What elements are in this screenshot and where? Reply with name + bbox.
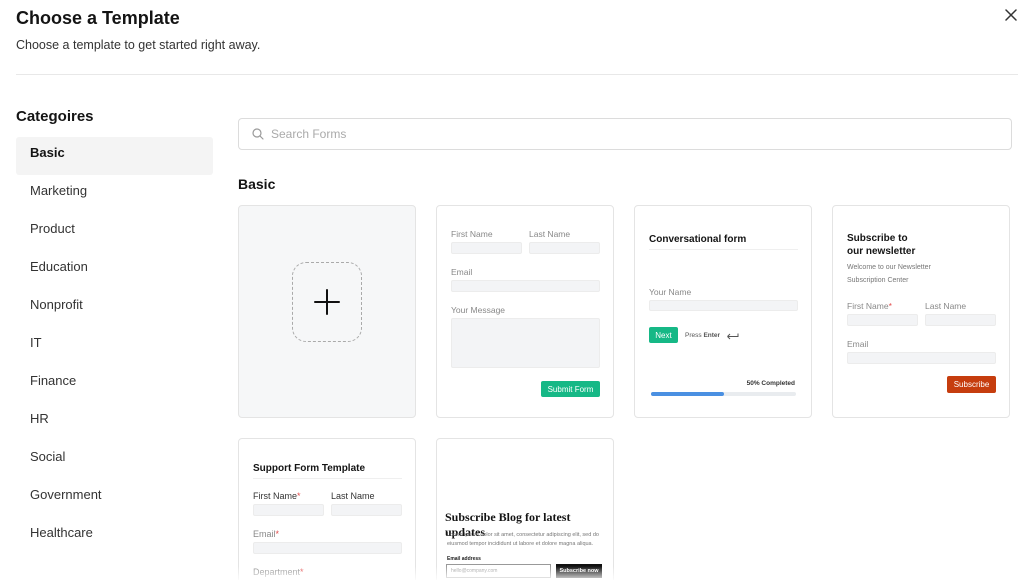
support-department-label: Department*	[253, 567, 304, 577]
newsletter-email-label: Email	[847, 339, 869, 349]
support-email-field	[253, 542, 402, 554]
category-item-product[interactable]: Product	[16, 213, 213, 251]
close-icon	[1005, 9, 1017, 21]
enter-text: Enter	[703, 332, 721, 339]
newsletter-desc-line2: Subscription Center	[847, 277, 909, 284]
newsletter-first-name-field	[847, 314, 918, 326]
add-template-box	[292, 262, 362, 342]
category-item-finance[interactable]: Finance	[16, 365, 213, 403]
newsletter-desc-line1: Welcome to our Newsletter	[847, 264, 931, 271]
enter-arrow-icon	[727, 333, 739, 340]
category-item-nonprofit[interactable]: Nonprofit	[16, 289, 213, 327]
template-card-blank[interactable]	[238, 205, 416, 418]
support-email-label: Email*	[253, 529, 280, 539]
last-name-field	[529, 242, 600, 254]
blog-email-field: hello@company.com	[446, 564, 551, 578]
support-first-name-field	[253, 504, 324, 516]
support-title: Support Form Template	[253, 463, 366, 474]
your-name-label: Your Name	[649, 287, 692, 297]
search-input[interactable]	[271, 127, 971, 141]
modal-title: Choose a Template	[16, 8, 180, 28]
category-item-social[interactable]: Social	[16, 441, 213, 479]
newsletter-last-name-field	[925, 314, 996, 326]
required-mark: *	[888, 301, 892, 311]
support-last-name-label: Last Name	[331, 491, 375, 501]
section-title: Basic	[238, 176, 276, 192]
category-item-government[interactable]: Government	[16, 479, 213, 517]
progress-track	[651, 392, 796, 396]
search-bar	[238, 118, 1012, 150]
submit-form-button: Submit Form	[541, 381, 600, 397]
last-name-label: Last Name	[529, 229, 571, 239]
modal-subtitle: Choose a template to get started right a…	[16, 38, 261, 52]
conversational-divider	[649, 249, 798, 250]
category-item-healthcare[interactable]: Healthcare	[16, 517, 213, 555]
email-field	[451, 280, 600, 292]
category-item-marketing[interactable]: Marketing	[16, 175, 213, 213]
support-first-name-label: First Name*	[253, 491, 301, 501]
category-item-basic[interactable]: Basic	[16, 137, 213, 175]
search-icon	[252, 128, 264, 140]
support-divider	[253, 478, 402, 479]
blog-desc-line1: Lorem ipsum dolor sit amet, consectetur …	[447, 532, 599, 538]
newsletter-last-name-label: Last Name	[925, 301, 967, 311]
template-card-contact[interactable]: First Name Last Name Email Your Message …	[436, 205, 614, 418]
category-list: Basic Marketing Product Education Nonpro…	[16, 137, 213, 555]
category-item-it[interactable]: IT	[16, 327, 213, 365]
press-hint: Press Enter	[685, 330, 720, 342]
newsletter-title-line2: our newsletter	[847, 246, 916, 257]
message-label: Your Message	[451, 305, 506, 315]
first-name-field	[451, 242, 522, 254]
first-name-label: First Name	[451, 229, 493, 239]
category-item-hr[interactable]: HR	[16, 403, 213, 441]
next-button: Next	[649, 327, 678, 343]
progress-fill	[651, 392, 724, 396]
blog-desc-line2: eiusmod tempor incididunt ut labore et d…	[447, 541, 594, 547]
newsletter-title-line1: Subscribe to	[847, 233, 908, 244]
newsletter-email-field	[847, 352, 996, 364]
progress-label: 50% Completed	[746, 380, 795, 387]
newsletter-first-name-label: First Name*	[847, 301, 892, 311]
template-card-conversational[interactable]: Conversational form Your Name Next Press…	[634, 205, 812, 418]
conversational-title: Conversational form	[649, 234, 747, 245]
email-label: Email	[451, 267, 473, 277]
template-card-newsletter[interactable]: Subscribe to our newsletter Welcome to o…	[832, 205, 1010, 418]
plus-icon	[314, 289, 340, 315]
close-button[interactable]	[998, 2, 1024, 28]
your-name-field	[649, 300, 798, 311]
subscribe-button: Subscribe	[947, 376, 996, 393]
template-card-blog[interactable]: Subscribe Blog for latest updates Lorem …	[436, 438, 614, 580]
blog-subscribe-button: Subscribe now	[556, 564, 602, 578]
press-text: Press	[685, 332, 702, 339]
category-item-education[interactable]: Education	[16, 251, 213, 289]
support-last-name-field	[331, 504, 402, 516]
categories-heading: Categoires	[16, 108, 94, 125]
header-divider	[16, 74, 1018, 75]
template-card-support[interactable]: Support Form Template First Name* Last N…	[238, 438, 416, 580]
message-field	[451, 318, 600, 368]
blog-email-label: Email address	[447, 556, 481, 562]
